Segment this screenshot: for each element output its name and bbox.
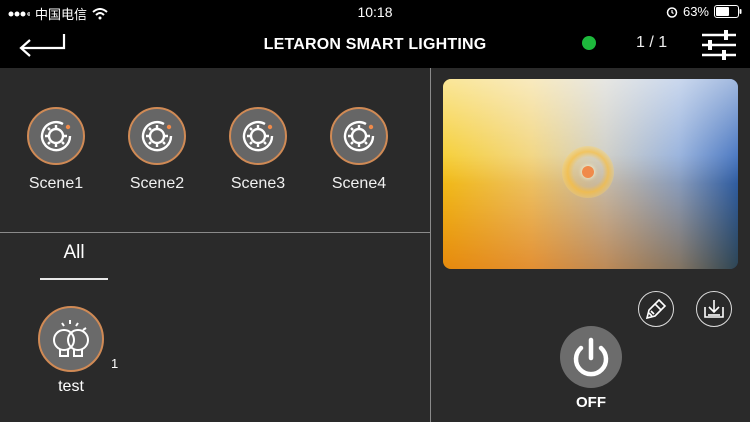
scene-icon — [128, 107, 186, 165]
scene-label: Scene3 — [230, 175, 286, 192]
alarm-icon — [666, 6, 678, 18]
scene-button-4[interactable]: Scene4 — [319, 107, 399, 193]
power-button[interactable] — [560, 326, 622, 388]
scene-icon — [229, 107, 287, 165]
power-icon — [573, 337, 609, 377]
device-count-badge: 1 — [111, 356, 119, 371]
bulb-group-icon — [38, 306, 104, 372]
scene-button-2[interactable]: Scene2 — [117, 107, 197, 193]
horizontal-divider — [0, 232, 430, 233]
save-button[interactable] — [696, 291, 732, 327]
page-indicator: 1 / 1 — [636, 34, 668, 51]
tab-all[interactable]: All — [40, 242, 108, 264]
power-state-label: OFF — [576, 394, 606, 411]
connection-status-dot — [582, 36, 596, 50]
status-bar: 中国电信 10:18 63% — [0, 0, 750, 24]
brush-button[interactable] — [638, 291, 674, 327]
scene-icon — [330, 107, 388, 165]
scene-label: Scene1 — [28, 175, 84, 192]
device-item-test[interactable]: test — [36, 306, 106, 396]
scene-icon — [27, 107, 85, 165]
scene-label: Scene2 — [129, 175, 185, 192]
status-time: 10:18 — [357, 4, 393, 20]
scene-label: Scene4 — [331, 175, 387, 192]
sliders-icon[interactable] — [700, 28, 738, 62]
color-temperature-pad[interactable] — [443, 79, 738, 269]
vertical-divider — [430, 68, 431, 422]
download-save-icon — [704, 300, 724, 318]
battery-percent: 63% — [682, 4, 709, 19]
tab-active-indicator — [40, 278, 108, 280]
status-right: 63% — [666, 4, 742, 19]
scene-button-3[interactable]: Scene3 — [218, 107, 298, 193]
battery-icon — [714, 5, 742, 18]
color-picker-core — [582, 166, 594, 178]
device-name: test — [58, 378, 84, 395]
color-picker-handle[interactable] — [562, 146, 614, 198]
scene-button-1[interactable]: Scene1 — [16, 107, 96, 193]
brush-icon — [645, 298, 667, 320]
nav-bar: LETARON SMART LIGHTING 1 / 1 — [0, 24, 750, 68]
